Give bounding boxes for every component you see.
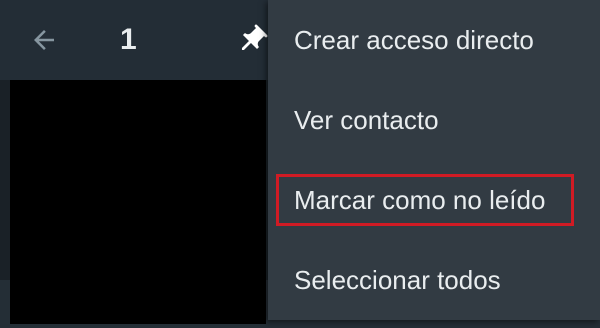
- menu-item-label: Seleccionar todos: [294, 265, 501, 295]
- menu-item-select-all[interactable]: Seleccionar todos: [268, 240, 600, 320]
- arrow-left-icon: [34, 30, 54, 50]
- media-thumbnail[interactable]: [10, 80, 266, 324]
- pin-icon: [241, 24, 268, 50]
- menu-item-mark-unread[interactable]: Marcar como no leído: [268, 160, 600, 240]
- menu-item-label: Marcar como no leído: [294, 185, 546, 215]
- menu-item-label: Ver contacto: [294, 105, 439, 135]
- menu-item-view-contact[interactable]: Ver contacto: [268, 80, 600, 160]
- pin-button[interactable]: [232, 20, 272, 60]
- selected-count: 1: [120, 23, 137, 56]
- overflow-menu: Crear acceso directo Ver contacto Marcar…: [268, 0, 600, 320]
- menu-item-label: Crear acceso directo: [294, 25, 534, 55]
- menu-item-create-shortcut[interactable]: Crear acceso directo: [268, 0, 600, 80]
- back-button[interactable]: [26, 22, 62, 58]
